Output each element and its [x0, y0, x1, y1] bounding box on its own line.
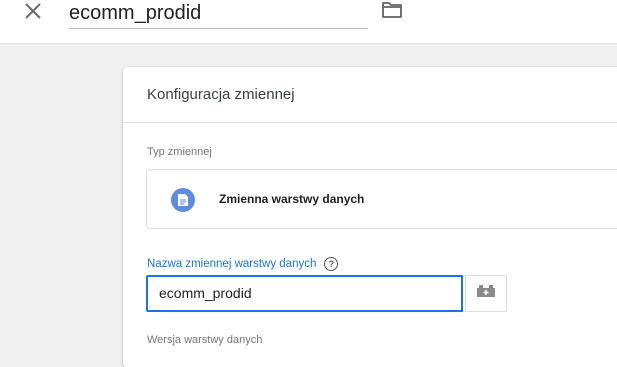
data-layer-name-label: Nazwa zmiennej warstwy danych ? — [147, 257, 339, 271]
variable-picker-button[interactable] — [465, 275, 507, 312]
top-bar: ecomm_prodid — [0, 0, 617, 44]
variable-type-selector[interactable]: Zmienna warstwy danych — [146, 169, 617, 229]
variable-name-field[interactable]: ecomm_prodid — [69, 0, 368, 29]
close-button[interactable] — [20, 0, 46, 26]
document-icon — [171, 188, 195, 212]
folder-icon — [381, 2, 403, 24]
data-layer-name-input[interactable]: ecomm_prodid — [146, 275, 463, 312]
variable-type-label: Typ zmiennej — [147, 146, 212, 158]
folder-button[interactable] — [381, 0, 405, 24]
help-icon[interactable]: ? — [324, 257, 339, 271]
data-layer-name-label-text: Nazwa zmiennej warstwy danych — [147, 258, 317, 270]
variable-type-name: Zmienna warstwy danych — [219, 192, 365, 206]
variable-configuration-card: Konfiguracja zmiennej Typ zmiennej Zmien… — [123, 67, 617, 367]
card-title: Konfiguracja zmiennej — [147, 86, 295, 103]
close-icon — [24, 2, 42, 25]
variable-title[interactable]: ecomm_prodid — [69, 0, 201, 26]
data-layer-version-label: Wersja warstwy danych — [147, 334, 263, 346]
card-header: Konfiguracja zmiennej — [123, 67, 617, 123]
variable-picker-icon — [475, 283, 497, 304]
